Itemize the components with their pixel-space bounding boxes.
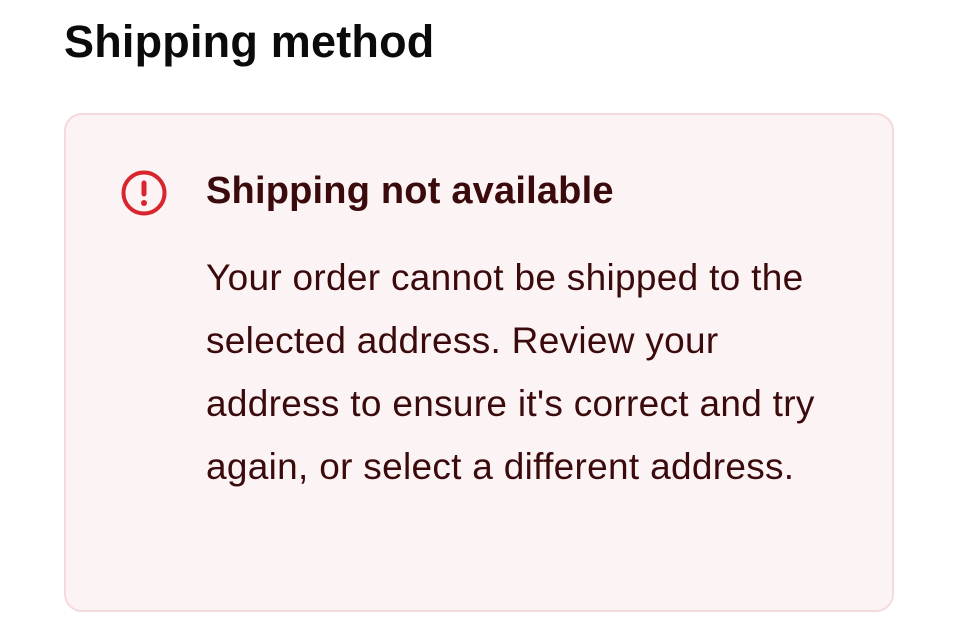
- shipping-method-heading: Shipping method: [64, 16, 435, 67]
- alert-message: Your order cannot be shipped to the sele…: [206, 257, 815, 487]
- alert-title: Shipping not available: [206, 170, 614, 212]
- alert-circle-icon: [121, 170, 167, 216]
- shipping-error-banner: Shipping not available Your order cannot…: [64, 113, 894, 612]
